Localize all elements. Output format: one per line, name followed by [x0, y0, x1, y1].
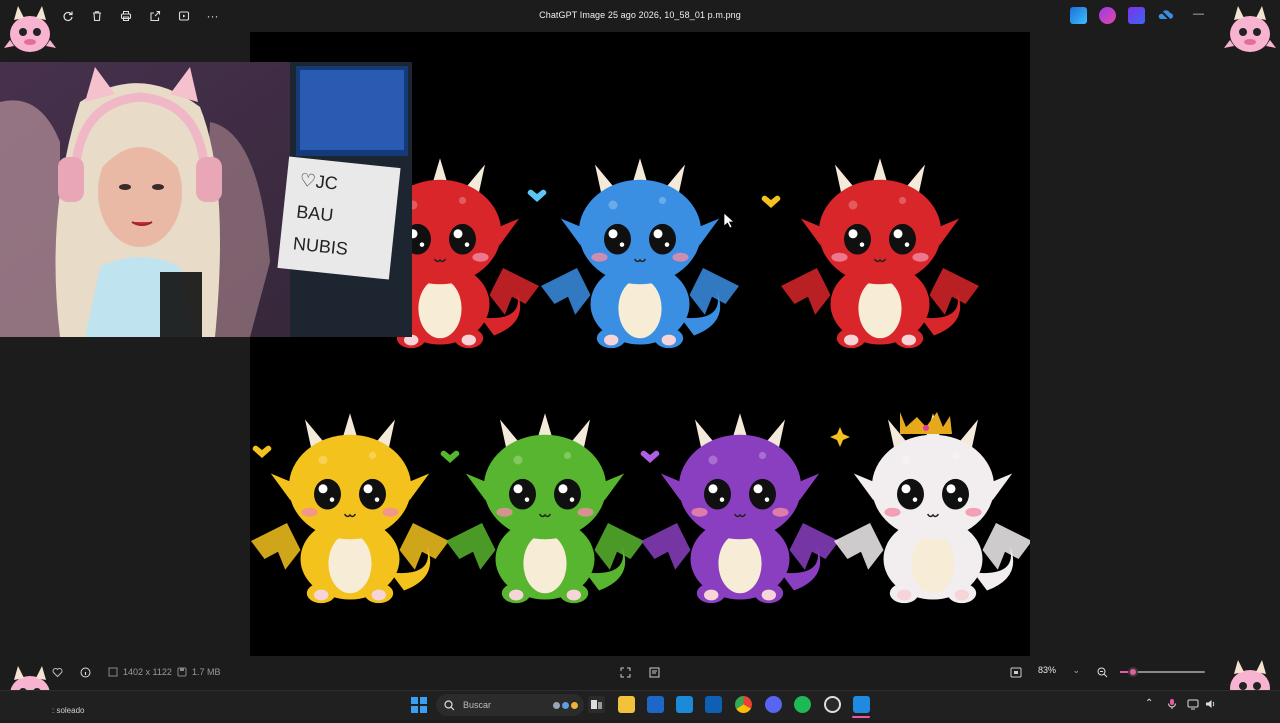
status-bar: 1402 x 1122 1.7 MB 83% ⌄: [0, 658, 1280, 686]
photos-icon[interactable]: [676, 696, 693, 713]
file-size: 1.7 MB: [177, 667, 221, 677]
svg-text:♡JC: ♡JC: [299, 170, 339, 194]
title-bar: ··· ChatGPT Image 25 ago 2026, 10_58_01 …: [0, 0, 1280, 32]
yellow-dragon: [250, 412, 450, 604]
taskbar-search[interactable]: Buscar: [436, 694, 584, 716]
white-dragon-crown: [833, 412, 1030, 604]
title-bar-apps: [1070, 7, 1174, 24]
spotify-icon[interactable]: [794, 696, 811, 713]
zoom-out-icon[interactable]: [1097, 667, 1108, 678]
sparkle-icon: [830, 427, 850, 447]
photo-editor-icon[interactable]: [1070, 7, 1087, 24]
chevron-down-icon: ⌄: [1072, 665, 1081, 675]
dragon-sticker-top-right: [1222, 2, 1278, 58]
fit-to-window-icon[interactable]: [620, 667, 631, 678]
zoom-value: 83%: [1038, 665, 1057, 675]
weather-widget[interactable]: : soleado: [52, 706, 84, 715]
disk-icon: [177, 667, 187, 677]
search-icon: [444, 699, 455, 710]
minimize-button[interactable]: —: [1193, 8, 1204, 20]
toolbar-actions: ···: [58, 6, 222, 25]
info-icon[interactable]: [80, 667, 91, 678]
microphone-icon[interactable]: [1167, 698, 1177, 713]
start-button[interactable]: [411, 697, 427, 713]
crop-icon[interactable]: [649, 667, 660, 678]
active-app-indicator: [852, 716, 870, 718]
red-dragon: [780, 157, 980, 349]
print-icon[interactable]: [116, 6, 135, 25]
file-explorer-icon[interactable]: [618, 696, 635, 713]
search-placeholder: Buscar: [463, 700, 492, 710]
designer-icon[interactable]: [1128, 7, 1145, 24]
image-dimensions: 1402 x 1122: [108, 667, 172, 677]
outlook-icon[interactable]: [705, 696, 722, 713]
file-size-text: 1.7 MB: [192, 667, 221, 677]
favorite-icon[interactable]: [52, 667, 63, 678]
search-highlight-icon: [553, 701, 578, 709]
webcam-overlay: ♡JC BAU NUBIS: [0, 62, 412, 337]
volume-icon[interactable]: [1205, 698, 1217, 713]
green-dragon: [445, 412, 645, 604]
task-view-icon[interactable]: [588, 696, 605, 713]
image-size-icon: [108, 667, 118, 677]
tray-overflow-icon[interactable]: ⌃: [1145, 698, 1153, 709]
zoom-dropdown[interactable]: 83% ⌄: [1038, 665, 1080, 676]
clipchamp-icon[interactable]: [1099, 7, 1116, 24]
photos-app-window: ··· ChatGPT Image 25 ago 2026, 10_58_01 …: [0, 0, 1280, 712]
actual-size-icon[interactable]: [1010, 667, 1022, 678]
display-icon[interactable]: [1187, 698, 1199, 713]
mouse-cursor-icon: [723, 212, 735, 229]
taskbar: : soleado: [0, 690, 1280, 720]
blue-dragon: [540, 157, 740, 349]
chrome-icon[interactable]: [735, 696, 752, 713]
dragon-sticker-top-left: [2, 2, 58, 58]
purple-dragon: [640, 412, 840, 604]
more-icon[interactable]: ···: [203, 6, 222, 25]
share-icon[interactable]: [145, 6, 164, 25]
photos-app-active-icon[interactable]: [853, 696, 870, 713]
store-icon[interactable]: [647, 696, 664, 713]
discord-icon[interactable]: [765, 696, 782, 713]
slideshow-icon[interactable]: [174, 6, 193, 25]
svg-text:BAU: BAU: [295, 202, 334, 226]
obs-icon[interactable]: [824, 696, 841, 713]
zoom-slider-thumb[interactable]: [1128, 667, 1138, 677]
rotate-icon[interactable]: [58, 6, 77, 25]
delete-icon[interactable]: [87, 6, 106, 25]
onedrive-off-icon[interactable]: [1157, 7, 1174, 24]
dimensions-text: 1402 x 1122: [123, 667, 172, 677]
